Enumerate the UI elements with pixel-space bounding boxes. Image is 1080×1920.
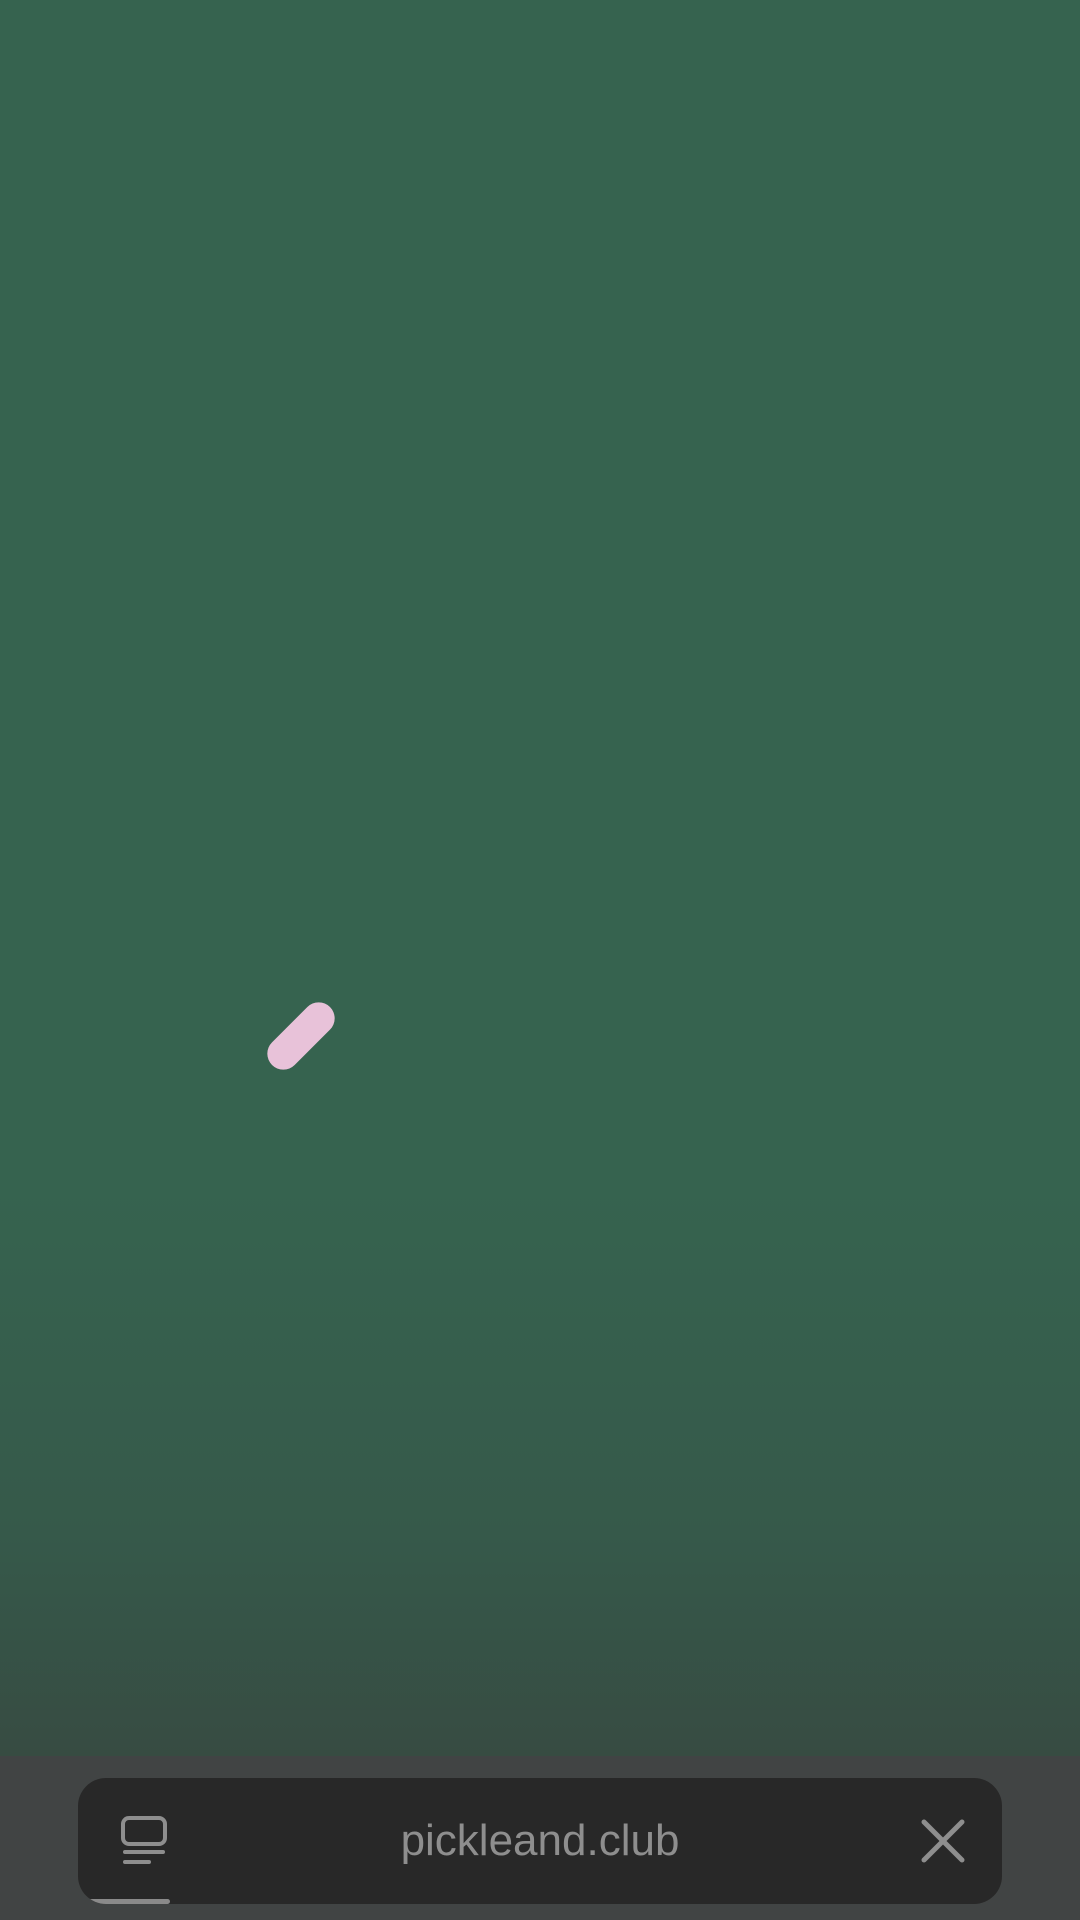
url-text[interactable]: pickleand.club [228,1778,852,1904]
tab-overview-icon[interactable] [120,1816,168,1868]
page-load-progress-fill [78,1899,171,1904]
web-page: pickleand.club [0,0,1080,1920]
close-icon[interactable] [918,1816,968,1866]
address-bar[interactable]: pickleand.club [78,1778,1002,1904]
page-load-progress-bar [78,1899,1002,1904]
loading-spinner-pill [260,995,342,1077]
